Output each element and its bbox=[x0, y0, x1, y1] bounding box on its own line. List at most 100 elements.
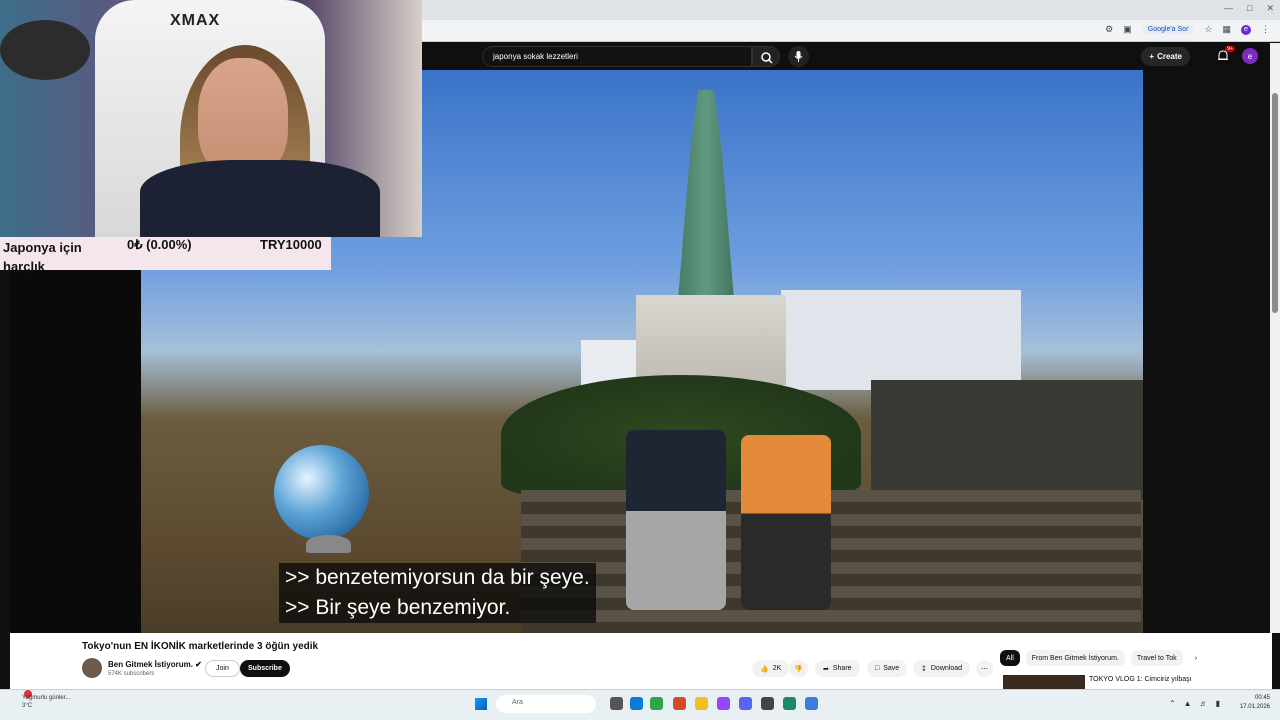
voice-search-button[interactable] bbox=[788, 46, 809, 67]
notification-count-badge: 9+ bbox=[1225, 46, 1235, 52]
address-bar[interactable]: ⚙ ▣ Google'a Sor ☆ ▦ e ⋮ bbox=[422, 20, 1280, 42]
download-icon: ↧ bbox=[921, 665, 927, 673]
chrome-icon[interactable] bbox=[650, 697, 663, 710]
browser-menu-icon[interactable]: ⋮ bbox=[1261, 24, 1270, 35]
thumbs-up-icon: 👍 bbox=[760, 665, 769, 673]
donation-goal-tracker: Japonya için harçlık 0₺ (0.00%) TRY10000 bbox=[0, 237, 331, 274]
address-bar-icons: ⚙ ▣ Google'a Sor ☆ ▦ e ⋮ bbox=[1105, 24, 1270, 35]
screen: — □ ✕ ⚙ ▣ Google'a Sor ☆ ▦ e ⋮ japonya s… bbox=[0, 0, 1280, 720]
recommendation-title[interactable]: TOKYO VLOG 1: Cimciriz yılbaşı bbox=[1089, 676, 1192, 683]
youtube-header: japonya sokak lezzetleri + Create 9+ e bbox=[422, 43, 1270, 70]
thumbs-down-icon: 👎 bbox=[794, 665, 803, 673]
donation-goal-label: Japonya için harçlık bbox=[3, 240, 82, 274]
video-globe-stand bbox=[306, 535, 351, 553]
more-horizontal-icon: ⋯ bbox=[981, 665, 988, 673]
share-button[interactable]: ➦ Share bbox=[815, 660, 860, 677]
webcam-streamer-body bbox=[140, 160, 380, 237]
minimize-icon[interactable]: — bbox=[1224, 3, 1233, 14]
chair-brand-logo: XMAX bbox=[170, 12, 221, 29]
join-button[interactable]: Join bbox=[205, 660, 240, 677]
tray-chevron-icon[interactable]: ⌃ bbox=[1169, 699, 1176, 708]
chip-from-channel[interactable]: From Ben Gitmek İstiyorum. bbox=[1025, 650, 1125, 666]
verified-check-icon: ✔ bbox=[195, 660, 202, 669]
search-button[interactable] bbox=[752, 46, 780, 67]
chip-all[interactable]: All bbox=[1000, 650, 1020, 666]
donation-goal-target: TRY10000 bbox=[260, 237, 322, 252]
system-tray-icons[interactable]: ⌃ ▲ ♬ ▮ bbox=[1169, 699, 1220, 708]
like-count: 2K bbox=[772, 665, 782, 672]
channel-name[interactable]: Ben Gitmek İstiyorum. ✔ bbox=[108, 660, 202, 669]
translate-icon[interactable]: ⚙ bbox=[1105, 24, 1113, 35]
share-icon: ➦ bbox=[823, 665, 829, 673]
network-icon[interactable]: ▲ bbox=[1184, 699, 1192, 708]
task-view-icon[interactable] bbox=[610, 697, 623, 710]
share-label: Share bbox=[832, 665, 852, 672]
like-button[interactable]: 👍 2K bbox=[752, 660, 790, 677]
more-actions-button[interactable]: ⋯ bbox=[976, 660, 993, 677]
browser-tab-strip: — □ ✕ bbox=[422, 0, 1280, 20]
clock-time: 00:45 bbox=[1254, 695, 1270, 701]
page-scrollbar[interactable] bbox=[1270, 43, 1280, 633]
video-globe bbox=[274, 445, 369, 540]
webcam-overlay: XMAX bbox=[0, 0, 422, 237]
channel-avatar[interactable] bbox=[82, 658, 102, 678]
donation-goal-amount: 0₺ (0.00%) bbox=[127, 237, 192, 252]
twitch-icon[interactable] bbox=[717, 697, 730, 710]
video-statue bbox=[678, 90, 734, 300]
account-avatar[interactable]: e bbox=[1242, 48, 1258, 64]
video-person-left bbox=[626, 430, 726, 610]
create-button[interactable]: + Create bbox=[1141, 47, 1190, 66]
weather-widget[interactable]: Yağmurlu günler... 3°C bbox=[22, 694, 70, 710]
streamlabs-icon[interactable] bbox=[805, 697, 818, 710]
cast-icon[interactable]: ▣ bbox=[1123, 24, 1132, 35]
dislike-button[interactable]: 👎 bbox=[789, 660, 808, 677]
bookmark-star-icon[interactable]: ☆ bbox=[1204, 24, 1212, 35]
subtitle-line-1: >> benzetemiyorsun da bir şeye. bbox=[285, 566, 590, 589]
weather-text: Yağmurlu günler... bbox=[22, 695, 71, 701]
taskbar-clock[interactable]: 00:45 17.01.2026 bbox=[1240, 694, 1270, 712]
mic-icon bbox=[794, 51, 803, 62]
chips-next-chevron-icon[interactable]: › bbox=[1189, 650, 1203, 666]
battery-icon[interactable]: ▮ bbox=[1216, 699, 1220, 708]
video-stone-wall bbox=[871, 380, 1143, 500]
close-icon[interactable]: ✕ bbox=[1266, 3, 1274, 14]
chip-travel[interactable]: Travel to Tok bbox=[1130, 650, 1183, 666]
channel-name-text[interactable]: Ben Gitmek İstiyorum. bbox=[108, 660, 193, 669]
download-button[interactable]: ↧ Download bbox=[913, 660, 971, 677]
obs-icon[interactable] bbox=[761, 697, 774, 710]
player-right-area bbox=[1143, 70, 1270, 633]
spotify-icon[interactable] bbox=[783, 697, 796, 710]
save-button[interactable]: □ Save bbox=[867, 660, 908, 677]
edge-icon[interactable] bbox=[630, 697, 643, 710]
taskbar-search[interactable]: Ara bbox=[496, 695, 596, 713]
save-bookmark-icon: □ bbox=[875, 665, 880, 672]
video-title: Tokyo'nun EN İKONİK marketlerinde 3 öğün… bbox=[82, 641, 319, 652]
subscribe-button[interactable]: Subscribe bbox=[240, 660, 290, 677]
search-input[interactable]: japonya sokak lezzetleri bbox=[482, 46, 752, 67]
window-controls: — □ ✕ bbox=[1224, 3, 1274, 14]
file-explorer-icon[interactable] bbox=[695, 697, 708, 710]
player-left-letterbox bbox=[10, 270, 141, 633]
maximize-icon[interactable]: □ bbox=[1247, 3, 1252, 14]
recommendation-thumbnail[interactable] bbox=[1003, 675, 1085, 689]
subscriber-count: 574K subscribers bbox=[108, 671, 155, 677]
extensions-icon[interactable]: ▦ bbox=[1222, 24, 1231, 35]
video-building-right bbox=[781, 290, 1021, 390]
save-label: Save bbox=[883, 665, 900, 672]
subtitle-line-2: >> Bir şeye benzemiyor. bbox=[285, 596, 511, 619]
scrollbar-thumb[interactable] bbox=[1272, 93, 1278, 313]
volume-icon[interactable]: ♬ bbox=[1200, 699, 1208, 708]
search-icon bbox=[761, 52, 773, 64]
windows-start-icon[interactable] bbox=[475, 698, 487, 710]
video-person-right bbox=[741, 435, 831, 610]
google-sor-button[interactable]: Google'a Sor bbox=[1141, 25, 1195, 34]
video-stone-steps bbox=[521, 490, 1141, 633]
app-icon[interactable] bbox=[673, 697, 686, 710]
video-info-bar: Tokyo'nun EN İKONİK marketlerinde 3 öğün… bbox=[10, 633, 1272, 689]
weather-temp: 3°C bbox=[22, 703, 33, 709]
download-label: Download bbox=[930, 665, 963, 672]
subtitle-box: >> benzetemiyorsun da bir şeye. >> Bir ş… bbox=[279, 563, 596, 623]
discord-icon[interactable] bbox=[739, 697, 752, 710]
clock-date: 17.01.2026 bbox=[1239, 704, 1270, 710]
browser-profile-avatar[interactable]: e bbox=[1241, 24, 1251, 35]
